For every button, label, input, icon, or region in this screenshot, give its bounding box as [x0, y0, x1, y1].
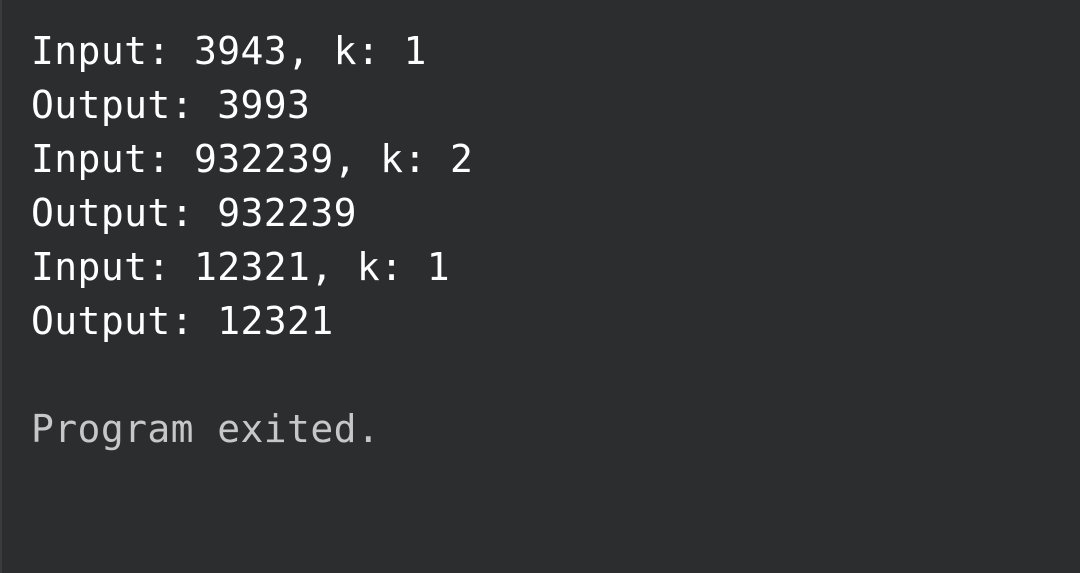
- program-exit-message: Program exited.: [31, 407, 381, 451]
- console-output-panel: Input: 3943, k: 1 Output: 3993 Input: 93…: [0, 0, 1080, 573]
- console-line: Input: 12321, k: 1: [31, 245, 451, 289]
- console-line: Output: 12321: [31, 299, 334, 343]
- console-line: Output: 3993: [31, 83, 311, 127]
- console-line: Input: 932239, k: 2: [31, 137, 474, 181]
- console-line: Output: 932239: [31, 191, 357, 235]
- console-line: Input: 3943, k: 1: [31, 29, 427, 73]
